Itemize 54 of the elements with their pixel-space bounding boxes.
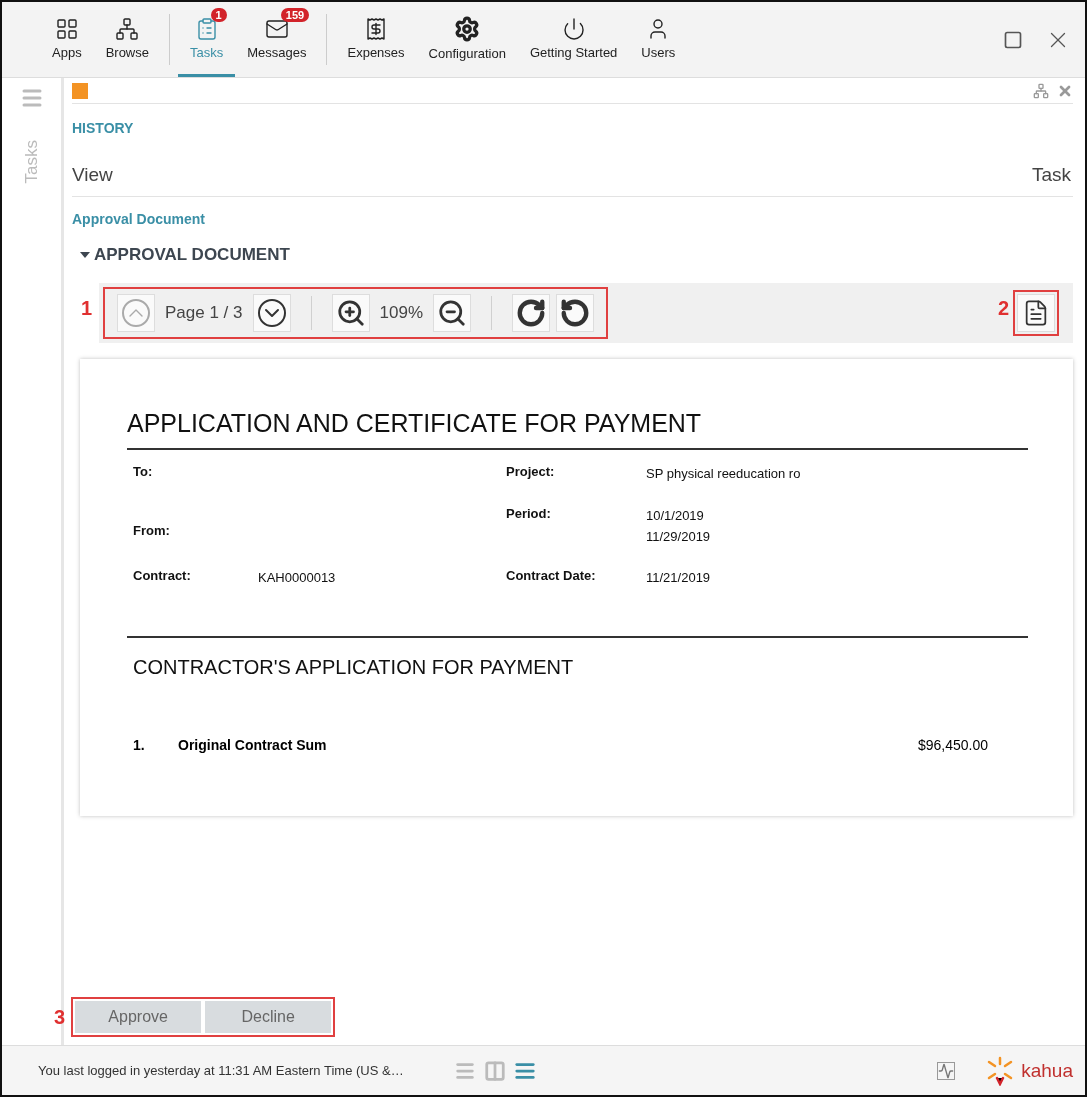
- nav-tab[interactable]: 1 Tasks: [178, 2, 236, 77]
- field-label: To:: [133, 464, 154, 479]
- nav-tab[interactable]: Getting Started: [517, 2, 630, 77]
- nav-tab[interactable]: 159 Messages: [235, 2, 319, 77]
- view-label: View: [72, 164, 113, 186]
- nav-tab[interactable]: Browse: [93, 2, 161, 77]
- settings-icon: [454, 15, 481, 42]
- annotation-number: 3: [54, 1005, 66, 1029]
- field-label: Contract Date:: [506, 568, 597, 586]
- field-value: 11/29/2019: [646, 527, 712, 546]
- field-label: Period:: [506, 505, 552, 523]
- item-number: 1.: [133, 737, 146, 753]
- page-indicator: Page 1 / 3: [164, 303, 244, 323]
- action-button[interactable]: Approve: [75, 1001, 202, 1033]
- last-login-message: You last logged in yesterday at 11:31 AM Eastern Time (US &…: [38, 1063, 404, 1078]
- brand-name: kahua: [1021, 1059, 1073, 1082]
- sidebar-label: Tasks: [21, 140, 42, 184]
- section-header[interactable]: APPROVAL DOCUMENT: [80, 245, 1073, 265]
- nav-tab[interactable]: Configuration: [416, 2, 518, 77]
- count-badge: 159: [280, 8, 310, 22]
- item-label: Original Contract Sum: [178, 737, 327, 753]
- power-icon: [561, 16, 586, 41]
- nav-tab[interactable]: Users: [629, 2, 688, 77]
- task-label: Task: [1031, 164, 1071, 186]
- grid-icon: [54, 16, 79, 41]
- field-value: 11/21/2019: [646, 569, 712, 588]
- rotate-left-button[interactable]: [556, 294, 594, 332]
- activity-icon[interactable]: [937, 1061, 956, 1080]
- popout-icon[interactable]: [1003, 29, 1023, 50]
- zoom-out-button[interactable]: [433, 294, 471, 332]
- section-link[interactable]: Approval Document: [72, 211, 1073, 227]
- zoom-in-button[interactable]: [331, 294, 370, 332]
- field-label: Contract:: [133, 568, 192, 584]
- next-page-button[interactable]: [252, 294, 291, 332]
- annotation-number: 1: [81, 297, 93, 320]
- document-section-title: CONTRACTOR'S APPLICATION FOR PAYMENT: [133, 656, 575, 679]
- nav-tab[interactable]: Apps: [40, 2, 94, 77]
- caret-icon: [80, 250, 90, 260]
- count-badge: 1: [210, 8, 227, 22]
- field-label: Project:: [506, 464, 556, 481]
- field-value: SP physical reeducation ro: [646, 465, 802, 483]
- rotate-right-button[interactable]: [512, 294, 550, 332]
- item-amount: $96,450.00: [917, 737, 988, 753]
- network-icon: [115, 16, 140, 41]
- nav-tab[interactable]: Expenses: [335, 2, 417, 77]
- action-button[interactable]: Decline: [205, 1001, 332, 1033]
- document-title: APPLICATION AND CERTIFICATE FOR PAYMENT: [127, 409, 1028, 450]
- zoom-level: 109%: [378, 303, 424, 323]
- annotation-number: 2: [997, 297, 1009, 320]
- field-value: 10/1/2019: [646, 506, 705, 525]
- breadcrumb: HISTORY: [72, 120, 135, 136]
- field-label: From:: [133, 522, 171, 538]
- status-square: [72, 82, 88, 99]
- field-value: KAH0000013: [258, 570, 336, 586]
